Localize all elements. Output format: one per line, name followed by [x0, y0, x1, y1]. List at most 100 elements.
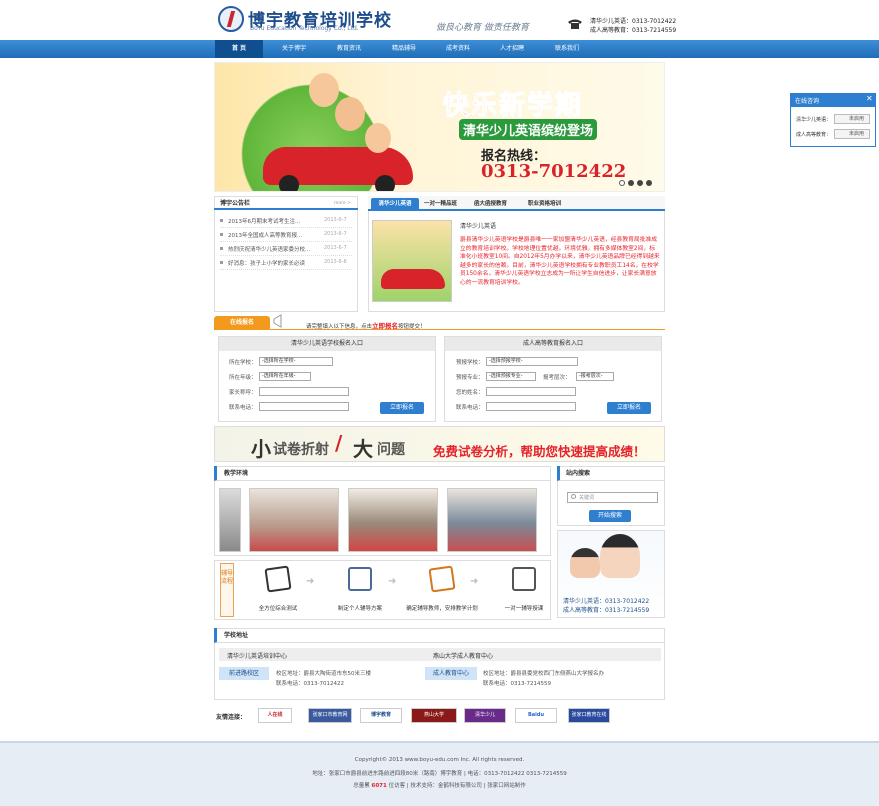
adult-submit-button[interactable]: 立即报名 [607, 402, 651, 414]
field-label: 所在学校： [229, 360, 257, 366]
close-icon[interactable]: ✕ [866, 94, 873, 103]
notice-date: 2013-6-7 [324, 245, 347, 251]
friend-link[interactable]: 人在线 [258, 708, 292, 723]
nav-item-tutoring[interactable]: 精品辅导 [378, 40, 430, 58]
arrow-right-icon: ➜ [306, 576, 315, 587]
signup-divider [214, 329, 665, 330]
process-step-icon [428, 565, 456, 593]
address-line: 校区地址：爵县大陶街道市东50米三楼 [276, 671, 371, 677]
contact-phone: 0313-7214559 [632, 27, 677, 34]
tel-line: 联系电话：0313-7012422 [276, 681, 344, 687]
tab-one-on-one[interactable]: 一对一精品班 [424, 198, 457, 211]
nav-item-exam[interactable]: 成考资料 [432, 40, 484, 58]
friend-link[interactable]: 张家口教育在线 [568, 708, 610, 723]
contact-card-lines: 清华少儿英语：0313-7012422 成人高等教育：0313-7214559 [563, 597, 649, 615]
address-title: 学校地址 [224, 632, 249, 639]
notice-text: 热烈庆祝清华少儿英语家委分校... [228, 247, 311, 253]
major-select[interactable]: -选择预报专业- [486, 372, 536, 381]
nav-item-about[interactable]: 关于博宇 [268, 40, 320, 58]
course-image[interactable] [372, 220, 452, 302]
logo-icon[interactable] [218, 6, 244, 32]
slider-dots[interactable] [619, 180, 652, 188]
child-face [309, 73, 339, 107]
bullet-icon [220, 247, 223, 250]
ad-banner[interactable]: 小 试卷折射 / 大 问题 免费试卷分析，帮助您快速提高成绩！ [214, 426, 665, 462]
kids-submit-button[interactable]: 立即报名 [380, 402, 424, 414]
field-label: 报考层次： [543, 375, 571, 381]
friend-link[interactable]: 博宇教育 [360, 708, 402, 723]
child-face [365, 123, 391, 153]
hero-banner[interactable]: 快乐新学期 清华少儿英语缤纷登场 报名热线： 0313-7012422 [214, 62, 665, 192]
list-item[interactable]: 2013年6月期末考试考生注... 2013-6-7 [220, 217, 352, 228]
field-label: 预报专业： [456, 375, 484, 381]
friend-link[interactable]: Baidu [515, 708, 557, 723]
environment-photo[interactable] [219, 488, 241, 552]
qq-status-button[interactable]: 未启用 [834, 114, 870, 124]
phone-icon [568, 19, 582, 29]
footer-stats: 总量累 6071 位访客 | 技术支持：金鹤科技有限公司 | 张家口网站制作 [0, 781, 879, 789]
name-input[interactable] [486, 387, 576, 396]
footer-address: 地址：张家口市爵县前进东路前进四段80米（路南）博宇教育 | 电话：0313-7… [312, 771, 567, 777]
banner-hotline: 0313-7012422 [481, 161, 627, 182]
campus-tag: 成人教育中心 [425, 667, 477, 680]
search-icon [571, 494, 576, 499]
grade-select[interactable]: -选择所在年级- [259, 372, 311, 381]
signup-hint-text: 请完整填入以下信息，点击 [306, 324, 373, 330]
list-item[interactable]: 好消息：孩子上小学的家长必读 2013-6-8 [220, 259, 352, 270]
environment-photo[interactable] [348, 488, 438, 552]
contact-label: 清华少儿英语： [590, 18, 633, 25]
signup-tag: 在线报名 [214, 316, 270, 329]
course-heading: 清华少儿英语 [460, 223, 497, 230]
level-select[interactable]: -报考层次- [576, 372, 614, 381]
friend-link[interactable]: 燕山大学 [411, 708, 457, 723]
nav-item-home[interactable]: 首 页 [215, 40, 263, 58]
tab-vocational[interactable]: 职业资格培训 [528, 198, 561, 211]
field-label: 您的姓名： [456, 390, 484, 396]
notice-text: 2013年6月期末考试考生注... [228, 219, 301, 225]
address-heading: 燕山大学成人教育中心 [433, 653, 494, 660]
qq-status-button[interactable]: 未启用 [834, 129, 870, 139]
address-header [214, 628, 665, 643]
friend-link[interactable]: 张家口市教育网 [308, 708, 352, 723]
friend-link[interactable]: 清华少儿 [464, 708, 506, 723]
field-label: 联系电话： [456, 405, 484, 411]
nav-item-jobs[interactable]: 人才招聘 [486, 40, 538, 58]
field-label: 家长称呼： [229, 390, 257, 396]
banner-subtitle: 清华少儿英语缤纷登场 [459, 119, 598, 140]
target-school-select[interactable]: -选择预报学校- [486, 357, 578, 366]
process-step-icon [512, 567, 536, 591]
list-item[interactable]: 热烈庆祝清华少儿英语家委分校... 2013-6-7 [220, 245, 352, 256]
adult-phone-input[interactable] [486, 402, 576, 411]
search-input[interactable]: 关键词 [567, 492, 658, 503]
list-item[interactable]: 2013年全国成人高等教育报... 2013-6-7 [220, 231, 352, 242]
ad-slash: / [335, 431, 343, 455]
environment-header [214, 466, 551, 481]
environment-photo[interactable] [249, 488, 339, 552]
more-link[interactable]: more > [334, 201, 351, 206]
search-title: 站内搜索 [566, 470, 591, 477]
stats-prefix: 总量累 [353, 783, 370, 789]
car-wheel [279, 175, 299, 191]
address-heading: 清华少儿英语培训中心 [227, 653, 288, 660]
consult-label: 成人高等教育： [796, 132, 832, 138]
tab-correspondence[interactable]: 函大函授教育 [474, 198, 507, 211]
school-select[interactable]: -选择所在学校- [259, 357, 333, 366]
search-button[interactable]: 开始搜索 [589, 510, 631, 522]
notice-date: 2013-6-7 [324, 217, 347, 223]
signup-hint-action: 立即报名 [372, 322, 399, 330]
phone-input[interactable] [259, 402, 349, 411]
environment-photo[interactable] [447, 488, 537, 552]
ad-word: 问题 [377, 442, 405, 458]
nav-item-contact[interactable]: 联系我们 [540, 40, 594, 58]
bullet-icon [220, 261, 223, 264]
process-step-label: 制定个人辅导方案 [337, 606, 382, 612]
consult-title: 在线咨询 [795, 98, 820, 105]
tab-kids-english[interactable]: 清华少儿英语 [371, 198, 419, 211]
child-face [335, 97, 365, 131]
course-description: 爵县清华少儿英语学校是爵县唯一一家加盟清华少儿英语，经县教育局批准成立的教育培训… [460, 237, 660, 286]
notice-date: 2013-6-8 [324, 259, 347, 265]
signup-hint-end: 按钮提交！ [398, 324, 426, 330]
notice-text: 2013年全国成人高等教育报... [228, 233, 303, 239]
nav-item-news[interactable]: 教育资讯 [322, 40, 376, 58]
parent-name-input[interactable] [259, 387, 349, 396]
